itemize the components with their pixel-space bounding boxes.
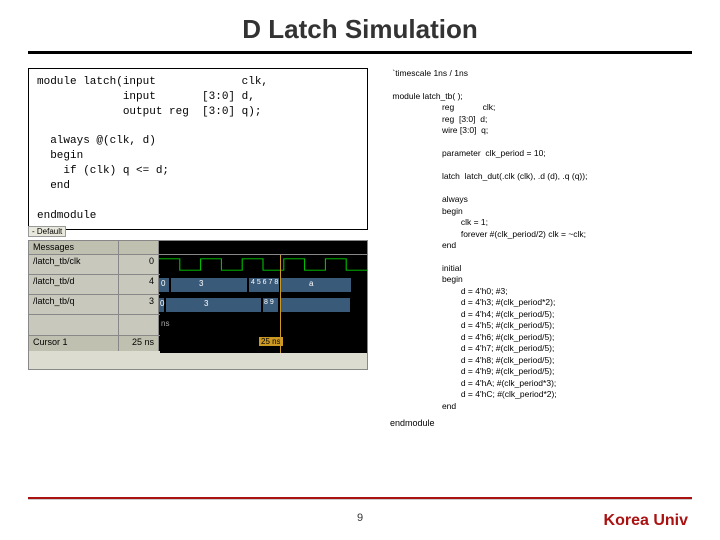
university-label: Korea Univ [604,512,688,530]
messages-label: Messages [29,241,119,254]
endmodule-label: endmodule [386,418,692,428]
q-val-2: 8 9 [264,299,274,306]
d-val-1: 3 [199,279,203,288]
q-val-0: 0 [160,299,164,308]
default-button[interactable]: - Default [28,226,66,237]
cursor-time: 25 ns [119,336,159,351]
wave-row-clk: /latch_tb/clk 0 [29,255,367,275]
q-val-1: 3 [204,299,208,308]
waveform-wrapper: - Default Messages /latch_tb/clk 0 [28,240,368,370]
header-plot [159,241,367,254]
tick-ns: ns [161,319,169,328]
cursor-line[interactable] [280,255,281,353]
d-val-0: 0 [161,279,165,288]
d-val-3: a [309,279,313,288]
wave-row-q: /latch_tb/q 3 0 3 8 9 [29,295,367,315]
header-val [119,241,159,254]
cursor-label[interactable]: Cursor 1 [29,336,119,351]
title-underline [28,51,692,54]
d-val-2: 4 5 6 7 8 [251,279,278,286]
right-column: `timescale 1ns / 1ns module latch_tb( );… [386,68,692,428]
signal-name-clk[interactable]: /latch_tb/clk [29,255,119,274]
signal-plot-q: 0 3 8 9 [159,295,367,314]
left-column: module latch(input clk, input [3:0] d, o… [28,68,368,428]
content-area: module latch(input clk, input [3:0] d, o… [0,68,720,428]
signal-val-d: 4 [119,275,159,294]
signal-name-q[interactable]: /latch_tb/q [29,295,119,314]
signal-plot-d: 0 3 4 5 6 7 8 a [159,275,367,294]
signal-val-q: 3 [119,295,159,314]
waveform-viewer[interactable]: Messages /latch_tb/clk 0 /latch_tb/d [28,240,368,370]
signal-val-clk: 0 [119,255,159,274]
wave-row-d: /latch_tb/d 4 0 3 4 5 6 7 8 a [29,275,367,295]
module-code-box: module latch(input clk, input [3:0] d, o… [28,68,368,230]
footer-shadow [28,499,692,500]
slide-title: D Latch Simulation [0,0,720,51]
wave-footer: Cursor 1 25 ns 25 ns [29,335,367,351]
testbench-code-box: `timescale 1ns / 1ns module latch_tb( );… [386,68,692,412]
signal-plot-clk [159,255,367,274]
wave-header: Messages [29,241,367,255]
signal-name-d[interactable]: /latch_tb/d [29,275,119,294]
